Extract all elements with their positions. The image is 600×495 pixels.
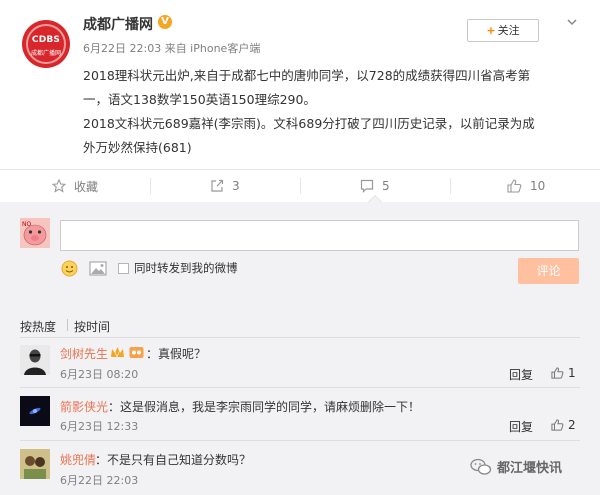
action-separator bbox=[450, 178, 451, 194]
comment-author[interactable]: 姚兜倩 bbox=[60, 451, 96, 468]
comment-text: ：不是只有自己知道分数吗？ bbox=[95, 453, 252, 467]
comment-input[interactable] bbox=[60, 220, 579, 251]
sort-by-hot-tab[interactable]: 按热度 bbox=[20, 318, 56, 335]
comment-author[interactable]: 剑树先生 bbox=[60, 345, 108, 362]
emoji-icon[interactable] bbox=[61, 260, 78, 277]
repost-checkbox-label[interactable]: 同时转发到我的微博 bbox=[134, 260, 238, 276]
sort-divider bbox=[20, 337, 580, 338]
comment-avatar[interactable] bbox=[20, 345, 50, 375]
thumb-up-icon bbox=[551, 367, 564, 379]
image-icon[interactable] bbox=[89, 261, 107, 276]
like-count: 10 bbox=[530, 179, 546, 193]
like-button[interactable]: 10 bbox=[507, 170, 545, 202]
post-content-line: 2018理科状元出炉,来自于成都七中的唐帅同学，以728的成绩获得四川省高考第 bbox=[83, 68, 531, 83]
action-separator bbox=[150, 178, 151, 194]
sort-separator bbox=[67, 319, 68, 331]
comment-like-count: 1 bbox=[568, 366, 576, 380]
crown-icon: V bbox=[111, 347, 124, 359]
favorite-button[interactable]: 收藏 bbox=[52, 170, 98, 202]
comment-text: ：真假呢？ bbox=[146, 347, 207, 361]
comment-like-count: 2 bbox=[568, 418, 576, 432]
follow-button[interactable]: + 关注 bbox=[467, 19, 539, 42]
author-name[interactable]: 成都广播网 bbox=[83, 14, 153, 34]
membership-icon bbox=[129, 347, 144, 358]
watermark-text: 都江堰快讯 bbox=[497, 461, 563, 476]
author-avatar[interactable]: CDBS 成都广播网 bbox=[22, 20, 70, 68]
thumb-up-icon bbox=[507, 179, 522, 193]
comment-reply-button[interactable]: 回复 bbox=[509, 418, 533, 435]
repost-count: 3 bbox=[232, 179, 240, 193]
repost-icon bbox=[211, 179, 224, 192]
star-icon bbox=[52, 179, 66, 193]
submit-comment-button[interactable]: 评论 bbox=[518, 258, 579, 284]
chevron-down-icon[interactable] bbox=[566, 16, 578, 28]
verified-icon: V bbox=[158, 15, 172, 29]
wechat-icon bbox=[470, 458, 492, 475]
comment-reply-button[interactable]: 回复 bbox=[509, 366, 533, 383]
repost-button[interactable]: 3 bbox=[210, 170, 240, 202]
sort-by-time-tab[interactable]: 按时间 bbox=[74, 318, 110, 335]
my-avatar: NO bbox=[20, 218, 50, 248]
repost-checkbox[interactable] bbox=[118, 263, 129, 274]
post-content-line: 外万妙然保持(681) bbox=[83, 140, 192, 155]
post-meta: 6月22日 22:03 来自 iPhone客户端 bbox=[83, 42, 261, 55]
svg-text:NO: NO bbox=[22, 221, 31, 228]
avatar-logo-subtext: 成都广播网 bbox=[30, 50, 61, 57]
comment-count: 5 bbox=[382, 179, 390, 193]
comment-like-button[interactable]: 2 bbox=[551, 418, 576, 432]
avatar-logo-text: CDBS bbox=[31, 35, 61, 45]
comment-icon bbox=[360, 179, 374, 193]
comment-time: 6月23日 12:33 bbox=[60, 420, 139, 433]
plus-icon: + bbox=[486, 24, 496, 37]
comment-avatar[interactable] bbox=[20, 449, 50, 479]
post-content-line: 2018文科状元689嘉祥(李宗雨)。文科689分打破了四川历史记录，以前记录为… bbox=[83, 116, 535, 131]
comment-text: ：这是假消息，我是李宗雨同学的同学，请麻烦删除一下！ bbox=[108, 400, 421, 414]
comment-like-button[interactable]: 1 bbox=[551, 366, 576, 380]
watermark: 都江堰快讯 bbox=[470, 457, 562, 476]
comment-divider bbox=[20, 440, 580, 441]
post-content: 2018理科状元出炉,来自于成都七中的唐帅同学，以728的成绩获得四川省高考第 … bbox=[83, 64, 583, 160]
comment-time: 6月22日 22:03 bbox=[60, 474, 139, 487]
thumb-up-icon bbox=[551, 419, 564, 431]
comment-divider bbox=[20, 387, 580, 388]
action-separator bbox=[300, 178, 301, 194]
comment-time: 6月23日 08:20 bbox=[60, 368, 139, 381]
favorite-label: 收藏 bbox=[74, 179, 99, 194]
comment-avatar[interactable] bbox=[20, 396, 50, 426]
post-content-line: 一，语文138数学150英语150理综290。 bbox=[83, 92, 316, 107]
comment-author[interactable]: 箭影侠光 bbox=[60, 398, 108, 415]
